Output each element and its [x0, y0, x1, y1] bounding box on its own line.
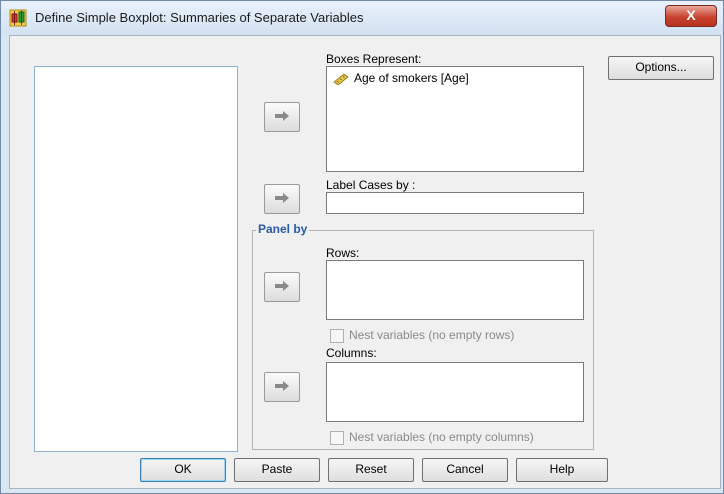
- nest-rows-checkbox[interactable]: Nest variables (no empty rows): [330, 328, 514, 343]
- nest-columns-checkbox[interactable]: Nest variables (no empty columns): [330, 430, 534, 445]
- ruler-scale-icon: [333, 73, 349, 86]
- close-icon: X: [686, 7, 696, 23]
- nest-columns-label: Nest variables (no empty columns): [349, 430, 534, 444]
- ok-button[interactable]: OK: [140, 458, 226, 482]
- help-button[interactable]: Help: [516, 458, 608, 482]
- columns-label: Columns:: [326, 346, 377, 360]
- paste-button[interactable]: Paste: [234, 458, 320, 482]
- right-arrow-icon: [275, 111, 289, 121]
- source-variable-list[interactable]: [34, 66, 238, 452]
- rows-label: Rows:: [326, 246, 360, 260]
- panel-by-label: Panel by: [256, 222, 310, 236]
- label-cases-by-label: Label Cases by :: [326, 178, 416, 192]
- nest-rows-label: Nest variables (no empty rows): [349, 328, 515, 342]
- boxes-represent-list[interactable]: Age of smokers [Age]: [326, 66, 584, 172]
- dialog-window: Define Simple Boxplot: Summaries of Sepa…: [0, 0, 724, 494]
- window-title: Define Simple Boxplot: Summaries of Sepa…: [35, 10, 364, 25]
- list-item-label: Age of smokers [Age]: [354, 71, 469, 85]
- close-button[interactable]: X: [665, 5, 717, 27]
- options-button[interactable]: Options...: [608, 56, 714, 80]
- boxes-represent-label: Boxes Represent:: [326, 52, 422, 66]
- reset-button[interactable]: Reset: [328, 458, 414, 482]
- list-item[interactable]: Age of smokers [Age]: [333, 71, 469, 86]
- rows-list[interactable]: [326, 260, 584, 320]
- dialog-body: Boxes Represent: Age of smokers [Age] La…: [9, 35, 721, 489]
- move-to-boxes-button[interactable]: [264, 102, 300, 132]
- boxplot-chart-icon: [9, 9, 27, 27]
- move-to-label-cases-button[interactable]: [264, 184, 300, 214]
- label-cases-by-field[interactable]: [326, 192, 584, 214]
- right-arrow-icon: [275, 193, 289, 203]
- columns-list[interactable]: [326, 362, 584, 422]
- cancel-button[interactable]: Cancel: [422, 458, 508, 482]
- title-bar: Define Simple Boxplot: Summaries of Sepa…: [1, 1, 723, 35]
